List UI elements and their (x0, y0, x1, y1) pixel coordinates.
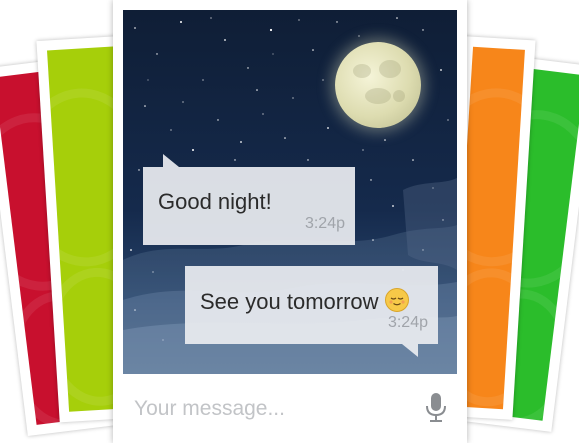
chat-wallpaper: Good night! 3:24p See you tomorrow 3:24p (123, 10, 457, 374)
message-timestamp: 3:24p (387, 314, 428, 331)
message-text: Good night! (158, 189, 272, 214)
relieved-face-icon (384, 288, 409, 312)
chat-preview-card: Good night! 3:24p See you tomorrow 3:24p… (113, 0, 467, 443)
microphone-icon[interactable] (425, 393, 447, 423)
message-timestamp: 3:24p (304, 215, 345, 232)
message-input-placeholder[interactable]: Your message... (134, 397, 285, 421)
message-text: See you tomorrow (200, 289, 379, 314)
message-input-bar[interactable]: Your message... (123, 376, 457, 438)
message-text-line: See you tomorrow (200, 288, 409, 315)
message-bubble-incoming[interactable]: Good night! 3:24p (143, 154, 355, 245)
message-bubble-outgoing[interactable]: See you tomorrow 3:24p (185, 266, 438, 357)
